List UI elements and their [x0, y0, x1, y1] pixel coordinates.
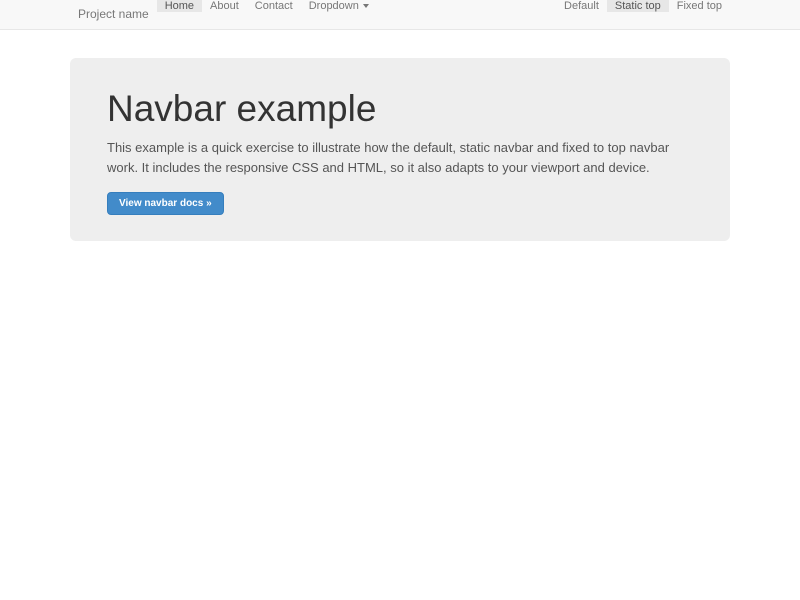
page-title: Navbar example — [107, 88, 693, 129]
navbar-brand[interactable]: Project name — [70, 0, 157, 29]
nav-item-dropdown[interactable]: Dropdown — [301, 0, 377, 12]
nav-item-fixed-top[interactable]: Fixed top — [669, 0, 730, 12]
nav-item-default[interactable]: Default — [556, 0, 607, 12]
caret-down-icon — [363, 4, 369, 8]
nav-item-about[interactable]: About — [202, 0, 247, 12]
navbar: Project name Home About Contact Dropdown… — [0, 0, 800, 30]
jumbotron-description: This example is a quick exercise to illu… — [107, 138, 693, 178]
navbar-container: Project name Home About Contact Dropdown… — [70, 0, 730, 29]
navbar-left-nav: Home About Contact Dropdown — [157, 0, 377, 29]
nav-item-home[interactable]: Home — [157, 0, 202, 12]
nav-item-contact[interactable]: Contact — [247, 0, 301, 12]
jumbotron: Navbar example This example is a quick e… — [70, 58, 730, 241]
navbar-spacer — [377, 0, 556, 29]
nav-item-static-top[interactable]: Static top — [607, 0, 669, 12]
nav-item-dropdown-label: Dropdown — [309, 0, 359, 12]
view-navbar-docs-button[interactable]: View navbar docs » — [107, 192, 224, 215]
main-container: Navbar example This example is a quick e… — [70, 58, 730, 241]
navbar-right-nav: Default Static top Fixed top — [556, 0, 730, 29]
